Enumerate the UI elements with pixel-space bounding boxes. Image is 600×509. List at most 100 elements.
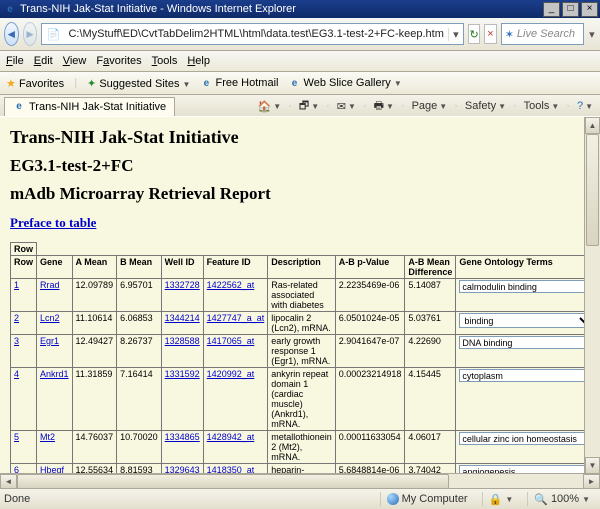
cell-well: 1344214 [161, 312, 203, 335]
web-slice-gallery-button[interactable]: e Web Slice Gallery ▼ [288, 77, 401, 90]
go-select[interactable]: binding [459, 313, 593, 328]
tools-menu[interactable]: Tools ▼ [521, 100, 563, 112]
zoom-pane[interactable]: 🔍100% ▼ [527, 492, 596, 506]
cell-go [456, 368, 597, 431]
feature-link[interactable]: 1427747_a_at [207, 313, 265, 323]
window-title: Trans-NIH Jak-Stat Initiative - Windows … [20, 3, 296, 15]
well-link[interactable]: 1331592 [165, 369, 200, 379]
row-link[interactable]: 3 [14, 336, 19, 346]
feeds-button[interactable]: 🗗▼ [296, 97, 322, 116]
row-link[interactable]: 5 [14, 432, 19, 442]
menu-help[interactable]: Help [187, 55, 210, 67]
cell-pvalue: 2.9041647e-07 [335, 335, 405, 368]
feature-link[interactable]: 1420992_at [207, 369, 255, 379]
hscroll-thumb[interactable] [17, 474, 449, 489]
help-button[interactable]: ?▼ [574, 100, 596, 112]
well-link[interactable]: 1344214 [165, 313, 200, 323]
cell-bmean: 8.26737 [117, 335, 162, 368]
menu-view[interactable]: View [63, 55, 87, 67]
go-input[interactable] [459, 369, 593, 382]
status-bar: Done My Computer 🔒▼ 🔍100% ▼ [0, 488, 600, 509]
table-row: 1Rrad12.097896.9570113327281422562_atRas… [11, 279, 597, 312]
cell-go [456, 335, 597, 368]
cell-mdiff: 4.22690 [405, 335, 456, 368]
cell-well: 1332728 [161, 279, 203, 312]
cell-gene: Egr1 [37, 335, 73, 368]
back-button[interactable]: ◄ [4, 22, 19, 46]
home-button[interactable]: 🏠▼ [255, 100, 285, 113]
cell-feature: 1417065_at [203, 335, 268, 368]
tab-bar: e Trans-NIH Jak-Stat Initiative 🏠▼ · 🗗▼ … [0, 95, 600, 118]
gene-link[interactable]: Rrad [40, 280, 60, 290]
subtitle-2: mAdb Microarray Retrieval Report [10, 184, 590, 204]
go-input[interactable] [459, 336, 593, 349]
row-link[interactable]: 2 [14, 313, 19, 323]
scroll-right-button[interactable]: ► [583, 474, 600, 489]
safety-menu[interactable]: Safety ▼ [462, 100, 509, 112]
well-link[interactable]: 1332728 [165, 280, 200, 290]
gene-link[interactable]: Mt2 [40, 432, 55, 442]
refresh-button[interactable]: ↻ [468, 24, 480, 44]
address-dropdown[interactable]: ▾ [448, 28, 463, 41]
tab-label: Trans-NIH Jak-Stat Initiative [29, 101, 166, 113]
feature-link[interactable]: 1417065_at [207, 336, 255, 346]
ie-icon: e [4, 3, 16, 15]
search-box[interactable]: ✶ Live Search [501, 23, 584, 45]
close-button[interactable]: × [581, 2, 598, 17]
gene-link[interactable]: Ankrd1 [40, 369, 69, 379]
feature-link[interactable]: 1422562_at [207, 280, 255, 290]
cell-go: binding [456, 312, 597, 335]
cell-mdiff: 4.06017 [405, 431, 456, 464]
scroll-thumb[interactable] [586, 134, 599, 246]
cell-row: 3 [11, 335, 37, 368]
cell-mdiff: 5.14087 [405, 279, 456, 312]
suggested-sites-button[interactable]: ✦ Suggested Sites ▼ [87, 77, 190, 90]
table-row: 4Ankrd111.318597.1641413315921420992_ata… [11, 368, 597, 431]
scroll-left-button[interactable]: ◄ [0, 474, 17, 489]
favorites-bar: ★ Favorites | ✦ Suggested Sites ▼ e Free… [0, 72, 600, 95]
zone-icon [387, 493, 399, 505]
cell-pvalue: 0.00023214918 [335, 368, 405, 431]
stop-button[interactable]: × [484, 24, 496, 44]
page-menu[interactable]: Page ▼ [409, 100, 451, 112]
mail-button[interactable]: ✉▼ [334, 100, 359, 113]
go-input[interactable] [459, 432, 593, 445]
cell-bmean: 10.70020 [117, 431, 162, 464]
well-link[interactable]: 1328588 [165, 336, 200, 346]
menu-tools[interactable]: Tools [152, 55, 178, 67]
tab-active[interactable]: e Trans-NIH Jak-Stat Initiative [4, 97, 175, 116]
protected-mode-pane: 🔒▼ [482, 492, 520, 506]
menu-favorites[interactable]: Favorites [96, 55, 141, 67]
go-input[interactable] [459, 280, 593, 293]
cell-pvalue: 0.00011633054 [335, 431, 405, 464]
search-dropdown[interactable]: ▾ [588, 28, 596, 41]
print-button[interactable]: 🖶▼ [371, 97, 397, 116]
cell-description: early growth response 1 (Egr1), mRNA. [268, 335, 336, 368]
minimize-button[interactable]: _ [543, 2, 560, 17]
window-titlebar: e Trans-NIH Jak-Stat Initiative - Window… [0, 0, 600, 18]
row-link[interactable]: 1 [14, 280, 19, 290]
menu-file[interactable]: File [6, 55, 24, 67]
preface-link[interactable]: Preface to table [10, 215, 96, 230]
vertical-scrollbar[interactable]: ▲ ▼ [584, 117, 600, 489]
scroll-up-button[interactable]: ▲ [585, 117, 600, 134]
address-bar[interactable]: 📄 C:\MyStuff\ED\CvtTabDelim2HTML\html\da… [41, 23, 463, 45]
cell-row: 1 [11, 279, 37, 312]
menu-edit[interactable]: Edit [34, 55, 53, 67]
table-row: 3Egr112.494278.2673713285881417065_atear… [11, 335, 597, 368]
microarray-table: Row Row Gene A Mean B Mean Well ID Featu… [10, 242, 597, 489]
feature-link[interactable]: 1428942_at [207, 432, 255, 442]
scroll-down-button[interactable]: ▼ [585, 457, 600, 474]
well-link[interactable]: 1334865 [165, 432, 200, 442]
forward-button[interactable]: ► [23, 22, 38, 46]
cell-gene: Mt2 [37, 431, 73, 464]
row-link[interactable]: 4 [14, 369, 19, 379]
favorites-button[interactable]: ★ Favorites [6, 77, 64, 90]
gene-link[interactable]: Egr1 [40, 336, 59, 346]
cell-pvalue: 2.2235469e-06 [335, 279, 405, 312]
free-hotmail-button[interactable]: e Free Hotmail [200, 77, 278, 90]
gene-link[interactable]: Lcn2 [40, 313, 60, 323]
cell-mdiff: 5.03761 [405, 312, 456, 335]
horizontal-scrollbar[interactable]: ◄► [0, 473, 600, 489]
maximize-button[interactable]: □ [562, 2, 579, 17]
